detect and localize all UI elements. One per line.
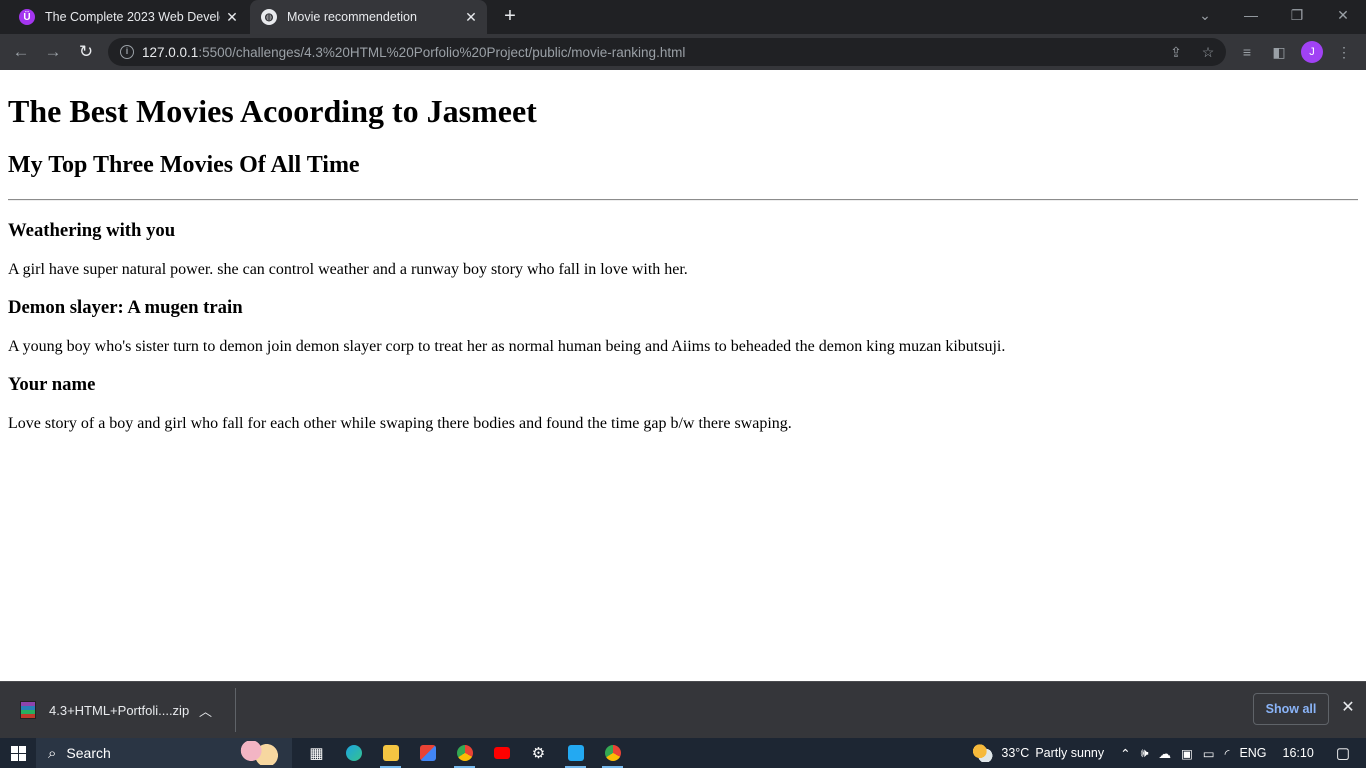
cloud-icon[interactable]: ☁ [1158,746,1171,761]
movie-title: Demon slayer: A mugen train [8,297,243,318]
download-filename: 4.3+HTML+Portfoli....zip [49,702,190,718]
windows-icon [10,745,26,761]
minimize-button[interactable]: — [1228,0,1274,34]
forward-button[interactable]: → [41,40,65,64]
speaker-icon[interactable]: 🕪 [1141,746,1149,761]
tab-movie[interactable]: ◍ Movie recommendetion ✕ [250,0,487,34]
tab-search-icon[interactable]: ⌄ [1182,0,1228,34]
tab-udemy[interactable]: Ü The Complete 2023 Web Develop ✕ [8,0,248,34]
page-title: The Best Movies Acoording to Jasmeet [8,93,537,129]
url-host: 127.0.0.1 [142,44,199,60]
close-window-button[interactable]: ✕ [1320,0,1366,34]
movie-description: A girl have super natural power. she can… [8,261,688,278]
meet-icon[interactable]: ▣ [1181,746,1193,761]
youtube-icon[interactable] [483,738,520,768]
vscode-icon[interactable] [557,738,594,768]
taskbar-search[interactable]: ⌕ Search [36,738,292,768]
temperature[interactable]: 33°C [1001,746,1029,760]
udemy-icon: Ü [19,9,35,25]
battery-icon[interactable]: ▭ [1203,746,1215,761]
tab-strip: Ü The Complete 2023 Web Develop ✕ ◍ Movi… [0,0,1366,34]
close-tab-icon[interactable]: ✕ [220,9,244,26]
search-highlight-icon [238,741,282,765]
weather-text[interactable]: Partly sunny [1035,746,1104,760]
share-icon[interactable]: ⇪ [1167,43,1185,61]
divider [8,199,1358,201]
globe-icon: ◍ [261,9,277,25]
page-subtitle: My Top Three Movies Of All Time [8,152,360,178]
wifi-icon[interactable]: ◜ [1225,746,1230,761]
movie-description: A young boy who's sister turn to demon j… [8,338,1006,355]
movie-title: Your name [8,374,96,395]
close-tab-icon[interactable]: ✕ [459,9,483,26]
file-explorer-icon[interactable] [372,738,409,768]
search-icon: ⌕ [48,744,57,762]
task-view-icon[interactable]: ▦ [298,738,335,768]
side-panel-icon[interactable]: ◧ [1270,43,1288,61]
show-all-button[interactable]: Show all [1253,693,1329,725]
start-button[interactable] [0,738,36,768]
language[interactable]: ENG [1239,746,1266,760]
chevron-up-icon[interactable]: ⌃ [1120,746,1130,761]
bookmark-star-icon[interactable]: ☆ [1199,43,1217,61]
url-text: 127.0.0.1:5500/challenges/4.3%20HTML%20P… [142,45,685,60]
chrome-profile-icon[interactable] [594,738,631,768]
chevron-up-icon[interactable]: ︿ [199,701,212,720]
site-info-icon[interactable]: i [120,45,134,59]
gmail-icon[interactable] [409,738,446,768]
zip-file-icon [20,701,36,719]
avatar[interactable]: J [1301,41,1323,63]
edge-icon[interactable] [335,738,372,768]
reload-button[interactable]: ↻ [74,40,98,64]
restore-button[interactable]: ❐ [1274,0,1320,34]
download-item[interactable]: 4.3+HTML+Portfoli....zip ︿ [0,688,236,732]
movie-title: Weathering with you [8,220,176,241]
notification-icon[interactable]: ▢ [1336,744,1350,762]
close-downloads-icon[interactable]: ✕ [1338,698,1358,718]
chrome-icon[interactable] [446,738,483,768]
weather-icon[interactable] [971,744,994,762]
url-path: :5500/challenges/4.3%20HTML%20Porfolio%2… [198,44,686,60]
reading-list-icon[interactable]: ≡ [1238,43,1256,61]
windows-taskbar: ⌕ Search ▦ ⚙ 33°C Partly sunny ⌃ 🕪 ☁ ▣ ▭… [0,738,1366,768]
back-button[interactable]: ← [9,40,33,64]
settings-gear-icon[interactable]: ⚙ [520,738,557,768]
browser-toolbar: ← → ↻ i 127.0.0.1:5500/challenges/4.3%20… [0,34,1366,70]
address-bar[interactable]: i 127.0.0.1:5500/challenges/4.3%20HTML%2… [108,38,1226,66]
downloads-bar: 4.3+HTML+Portfoli....zip ︿ Show all ✕ [0,681,1366,738]
page-content: The Best Movies Acoording to Jasmeet My … [0,70,1366,681]
menu-icon[interactable]: ⋮ [1335,43,1353,61]
system-tray: 33°C Partly sunny ⌃ 🕪 ☁ ▣ ▭ ◜ ENG 16:10 … [971,738,1366,768]
new-tab-button[interactable]: + [498,4,522,28]
tab-title: Movie recommendetion [287,10,417,24]
movie-description: Love story of a boy and girl who fall fo… [8,415,792,432]
search-label: Search [66,745,111,761]
clock[interactable]: 16:10 [1283,746,1314,760]
tab-title: The Complete 2023 Web Develop [45,10,220,24]
